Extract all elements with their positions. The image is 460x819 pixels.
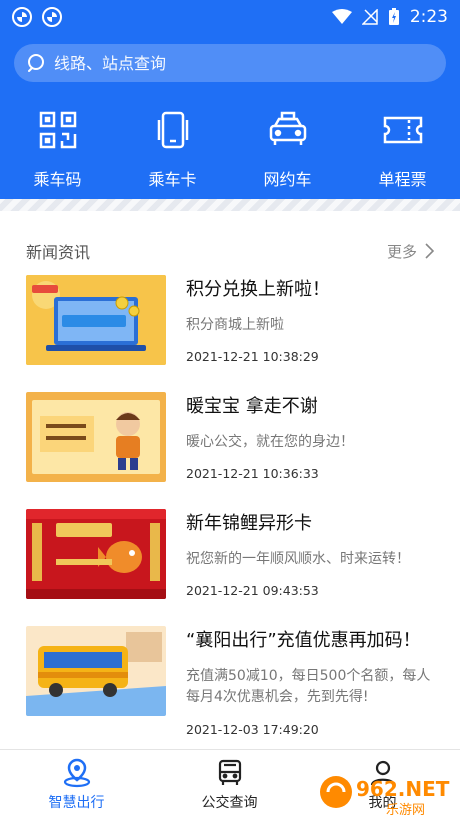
news-item-desc: 积分商城上新啦 [186,317,284,333]
card-phone-icon [151,108,195,152]
news-item[interactable]: 积分兑换上新啦！ 积分商城上新啦 2021-12-21 10:38:29 [26,275,434,375]
news-item-desc: 暖心公交，就在您的身边！ [186,434,354,450]
quick-action-ride-card[interactable]: 乘车卡 [115,108,230,190]
location-pin-icon [63,758,90,788]
news-section-title: 新闻资讯 [26,243,91,262]
header: 2:23 乘车码 乘车卡 [0,0,460,205]
news-thumbnail [26,626,166,716]
quick-action-label: 单程票 [378,170,427,189]
watermark-sub: 乐游网 [386,803,425,818]
news-item-time: 2021-12-21 10:38:29 [186,349,319,364]
quick-action-label: 乘车卡 [148,170,197,189]
search-icon [28,54,44,72]
status-time: 2:23 [409,7,448,27]
tab-label: 公交查询 [201,795,258,811]
watermark-text: 962.NET [356,777,450,801]
quick-action-label: 乘车码 [33,170,82,189]
chevron-right-icon [425,243,434,259]
quick-action-single-ticket[interactable]: 单程票 [345,108,460,190]
search-input[interactable] [54,53,414,73]
battery-icon [388,8,399,25]
news-item[interactable]: 暖宝宝 拿走不谢 暖心公交，就在您的身边！ 2021-12-21 10:36:3… [26,392,434,492]
quick-action-ride-hailing[interactable]: 网约车 [230,108,345,190]
news-item-time: 2021-12-21 09:43:53 [186,583,319,598]
news-item-desc: 充值满50减10，每日500个名额，每人每月4次优惠机会，先到先得! [186,668,431,705]
tab-smart-travel[interactable]: 智慧出行 [0,750,153,819]
news-item[interactable]: 新年锦鲤异形卡 祝您新的一年顺风顺水、时来运转！ 2021-12-21 09:4… [26,509,434,609]
wifi-icon [331,9,352,24]
app-notification-icon [12,7,32,27]
news-item-desc: 祝您新的一年顺风顺水、时来运转！ [186,551,410,567]
bus-icon [218,759,241,785]
news-item[interactable]: “襄阳出行”充值优惠再加码！ 充值满50减10，每日500个名额，每人每月4次优… [26,626,434,746]
decorative-divider [0,199,460,211]
tab-label: 智慧出行 [48,795,105,811]
app-notification-icon [42,7,62,27]
ticket-icon [381,108,425,152]
news-thumbnail [26,392,166,482]
search-bar[interactable] [14,44,446,82]
news-section: 新闻资讯 更多 积分兑换上新啦！ 积分商城上新啦 2021-12-21 10:3… [0,211,460,749]
news-more-link[interactable]: 更多 [387,241,434,262]
signal-icon [361,9,378,25]
site-watermark: 962.NET 乐游网 [318,770,460,819]
news-header: 新闻资讯 更多 [26,239,434,263]
quick-action-ride-code[interactable]: 乘车码 [0,108,115,190]
status-bar: 2:23 [0,0,460,34]
quick-action-label: 网约车 [263,170,312,189]
more-label: 更多 [386,242,417,261]
quick-actions: 乘车码 乘车卡 网约车 单程票 [0,108,460,190]
news-thumbnail [26,509,166,599]
news-thumbnail [26,275,166,365]
tab-bus-query[interactable]: 公交查询 [153,750,306,819]
taxi-icon [266,108,310,152]
news-item-time: 2021-12-03 17:49:20 [186,722,319,737]
news-item-title: “襄阳出行”充值优惠再加码！ [186,630,421,651]
qr-code-icon [36,108,80,152]
news-item-title: 暖宝宝 拿走不谢 [186,396,318,417]
news-item-title: 积分兑换上新啦！ [186,279,330,300]
news-item-title: 新年锦鲤异形卡 [186,513,312,534]
news-item-time: 2021-12-21 10:36:33 [186,466,319,481]
